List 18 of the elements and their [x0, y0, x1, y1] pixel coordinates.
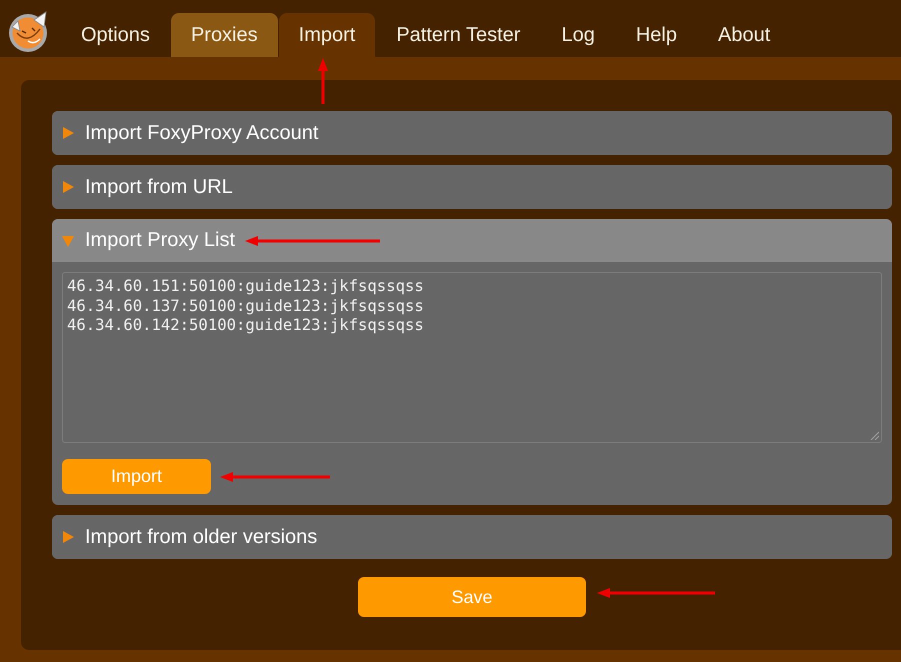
section-title: Import FoxyProxy Account: [85, 122, 318, 144]
accordion-header[interactable]: Import Proxy List: [52, 219, 892, 262]
nav-tab[interactable]: Proxies: [170, 13, 278, 57]
accordion-header[interactable]: Import from older versions: [52, 515, 892, 559]
fox-logo-icon: [8, 11, 50, 53]
section-title: Import from URL: [85, 176, 233, 198]
accordion-header[interactable]: Import FoxyProxy Account: [52, 111, 892, 155]
nav-tab[interactable]: Help: [616, 13, 697, 57]
nav-tab[interactable]: Pattern Tester: [376, 13, 540, 57]
section-title: Import from older versions: [85, 526, 318, 548]
section-title: Import Proxy List: [85, 229, 236, 252]
resize-grip-icon[interactable]: [870, 431, 879, 440]
nav-tab[interactable]: Log: [541, 13, 615, 57]
accordion-header[interactable]: Import from URL: [52, 165, 892, 209]
nav-tab[interactable]: Import: [278, 13, 376, 57]
nav-tab[interactable]: About: [698, 13, 790, 57]
nav-tab[interactable]: Options: [61, 13, 170, 57]
proxy-list-field[interactable]: 46.34.60.151:50100:guide123:jkfsqssqss 46.34.60.137:50100:guide123:jkfsqssqss 46.34.60.142:50100:guide123:jkfsqssqss: [62, 272, 882, 443]
